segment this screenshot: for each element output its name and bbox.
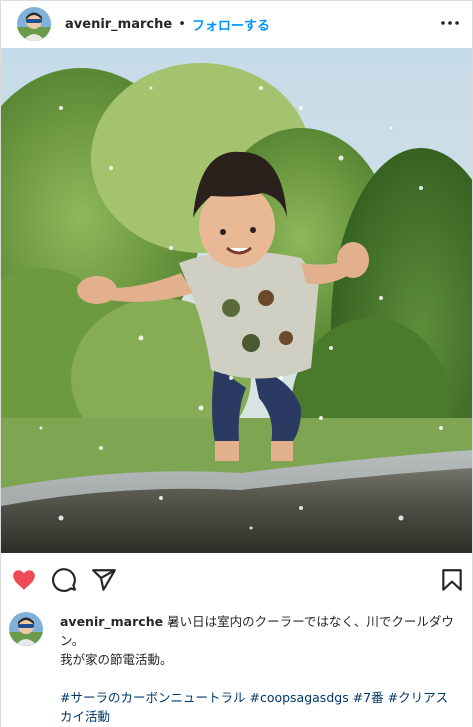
bookmark-icon[interactable]	[439, 567, 465, 593]
photo-image	[1, 48, 472, 553]
caption-line-2: 我が家の節電活動。	[60, 652, 173, 667]
share-icon[interactable]	[91, 567, 117, 593]
hashtag[interactable]: #7番	[353, 690, 384, 705]
avatar[interactable]	[9, 612, 43, 646]
post-username[interactable]: avenir_marche	[65, 17, 172, 32]
hashtag[interactable]: #サーラのカーボンニュートラル	[60, 690, 245, 705]
hashtag[interactable]: #coopsagasdgs	[249, 690, 348, 705]
caption-username[interactable]: avenir_marche	[60, 614, 163, 629]
instagram-post: avenir_marche • フォローする avenir_marche 暑い日…	[0, 0, 473, 727]
post-photo[interactable]	[1, 48, 472, 553]
separator-dot: •	[178, 16, 186, 32]
comment-icon[interactable]	[51, 567, 77, 593]
action-bar	[1, 561, 472, 599]
avatar[interactable]	[17, 7, 51, 41]
follow-button[interactable]: フォローする	[192, 15, 270, 34]
hashtag-list: #サーラのカーボンニュートラル #coopsagasdgs #7番 #クリアスカ…	[60, 688, 460, 726]
more-horizontal-icon[interactable]	[438, 13, 462, 33]
caption-text: avenir_marche 暑い日は室内のクーラーではなく、川でクールダウン。 我…	[60, 612, 460, 726]
heart-icon[interactable]	[11, 567, 37, 593]
avatar-image	[9, 612, 43, 646]
post-header: avenir_marche • フォローする	[1, 1, 472, 47]
avatar-image	[17, 7, 51, 41]
